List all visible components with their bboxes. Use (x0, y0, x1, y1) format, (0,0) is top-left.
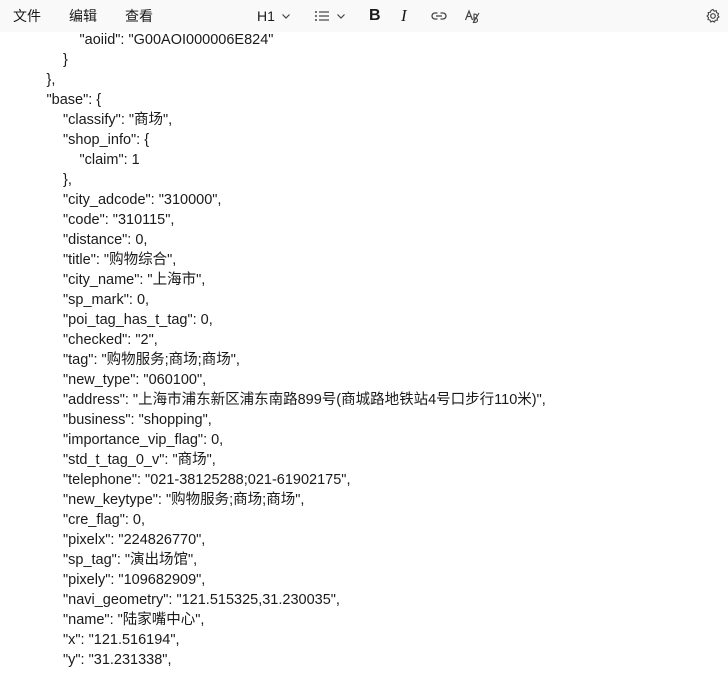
bold-button[interactable]: B (369, 5, 381, 27)
code-line: "code": "310115", (63, 212, 175, 228)
code-line: "distance": 0, (63, 232, 148, 248)
code-line: }, (63, 172, 72, 188)
heading-label: H1 (257, 8, 275, 24)
list-icon (314, 9, 330, 23)
code-line: "base": { (46, 92, 102, 108)
link-icon (431, 10, 447, 22)
italic-icon: I (401, 6, 407, 25)
code-line: "sp_mark": 0, (63, 292, 150, 308)
menu-view[interactable]: 查看 (125, 7, 153, 25)
clear-format-icon (464, 8, 480, 24)
link-button[interactable] (431, 5, 447, 27)
code-line: "pixelx": "224826770", (63, 532, 206, 548)
bold-icon: B (369, 7, 381, 24)
code-line: "importance_vip_flag": 0, (63, 432, 224, 448)
code-line: "sp_tag": "演出场馆", (63, 552, 198, 568)
code-line: "city_adcode": "310000", (63, 192, 222, 208)
code-line: } (63, 52, 68, 68)
code-line: "std_t_tag_0_v": "商场", (63, 452, 216, 468)
list-dropdown[interactable] (314, 5, 346, 27)
italic-button[interactable]: I (401, 5, 407, 27)
menu-edit[interactable]: 编辑 (69, 7, 97, 25)
code-line: "y": "31.231338", (63, 652, 172, 668)
code-line: "new_type": "060100", (63, 372, 207, 388)
code-line: "title": "购物综合", (63, 252, 177, 268)
code-line: "business": "shopping", (63, 412, 212, 428)
menu-file[interactable]: 文件 (13, 7, 41, 25)
editor-toolbar: 文件 编辑 查看 H1 B I (0, 0, 728, 32)
code-line: "name": "陆家嘴中心", (63, 612, 205, 628)
code-line: "new_keytype": "购物服务;商场;商场", (63, 492, 305, 508)
code-line: "city_name": "上海市", (63, 272, 206, 288)
code-line: "telephone": "021-38125288;021-61902175"… (63, 472, 351, 488)
settings-icon (705, 8, 721, 24)
clear-format-button[interactable] (464, 5, 480, 27)
chevron-down-icon (336, 11, 346, 21)
code-line: "tag": "购物服务;商场;商场", (63, 352, 240, 368)
code-line: "x": "121.516194", (63, 632, 180, 648)
code-content: "poi_type": "","aoiid": "G00AOI000006E82… (0, 32, 728, 670)
code-line: "pixely": "109682909", (63, 572, 206, 588)
code-line: "cre_flag": 0, (63, 512, 146, 528)
code-line: "navi_geometry": "121.515325,31.230035", (63, 592, 340, 608)
code-line: "address": "上海市浦东新区浦东南路899号(商城路地铁站4号口步行1… (63, 392, 546, 408)
document-editor[interactable]: "poi_type": "","aoiid": "G00AOI000006E82… (0, 32, 728, 680)
code-line: "claim": 1 (79, 152, 140, 168)
code-line: "poi_tag_has_t_tag": 0, (63, 312, 213, 328)
code-line: "aoiid": "G00AOI000006E824" (79, 32, 274, 48)
code-line: }, (46, 72, 56, 88)
code-line: "checked": "2", (63, 332, 158, 348)
code-line: "shop_info": { (63, 132, 150, 148)
chevron-down-icon (281, 11, 291, 21)
heading-dropdown[interactable]: H1 (257, 5, 291, 27)
settings-button[interactable] (705, 5, 721, 27)
code-line: "classify": "商场", (63, 112, 173, 128)
